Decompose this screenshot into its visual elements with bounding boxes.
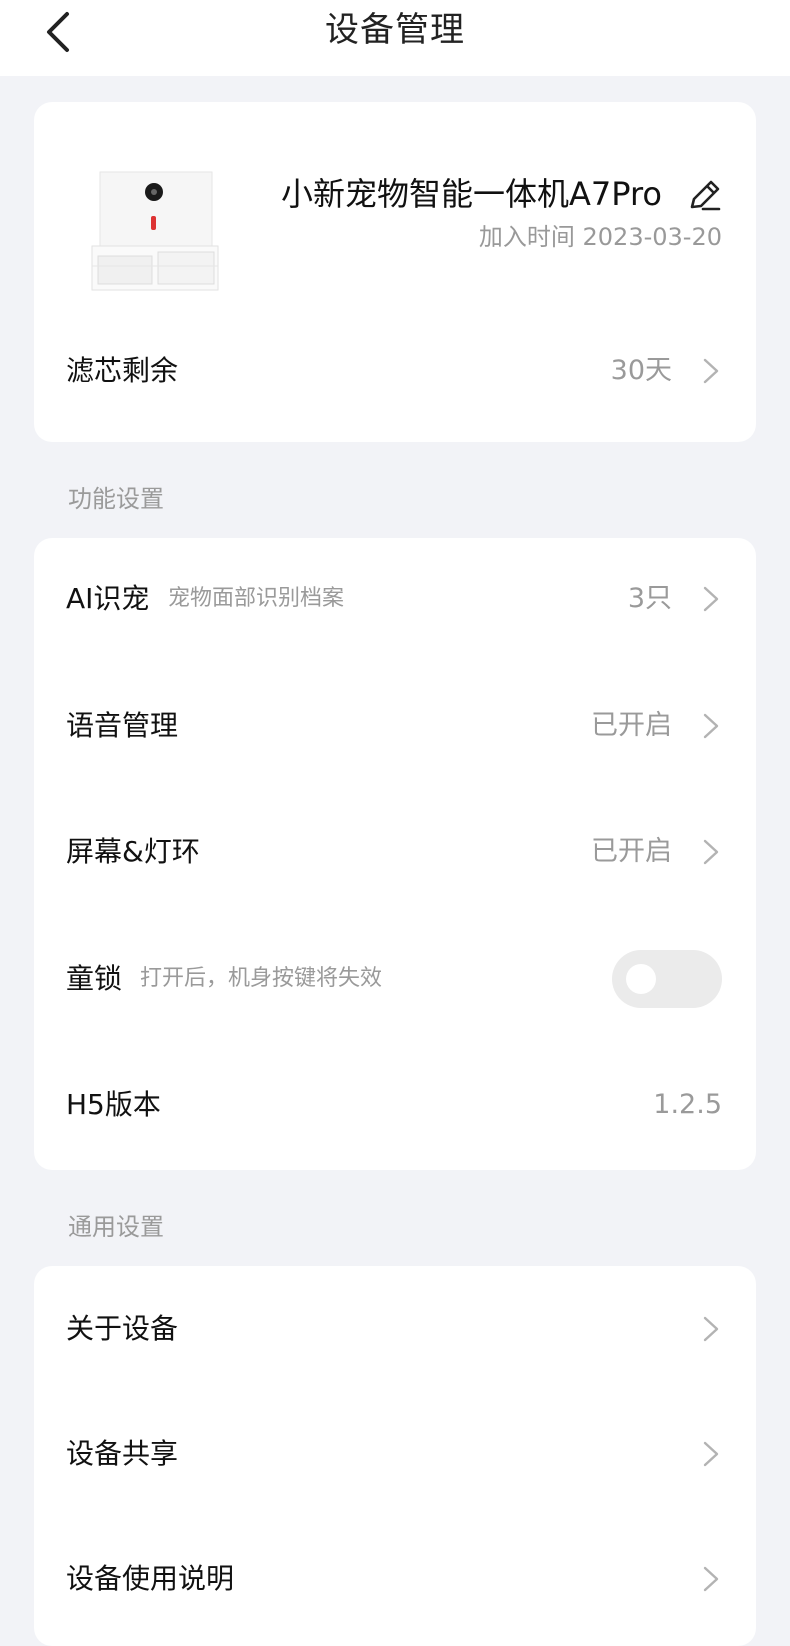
screen-light-value: 已开启 [591,836,672,867]
voice-management-value: 已开启 [591,710,672,741]
about-device-label: 关于设备 [66,1312,179,1345]
voice-management-row[interactable]: 语音管理 已开启 [34,681,756,771]
h5-version-label: H5版本 [66,1088,161,1121]
device-name: 小新宠物智能一体机A7Pro [280,175,662,213]
function-settings-card: AI识宠 宠物面部识别档案 3只 语音管理 已开启 屏幕&灯环 已开启 童锁 打… [34,538,756,1170]
ai-pet-label: AI识宠 [66,582,150,615]
filter-remaining-value: 30天 [610,355,672,386]
chevron-right-icon [703,713,719,739]
chevron-right-icon [703,358,719,384]
top-bar: 设备管理 [0,0,790,76]
screen-light-label: 屏幕&灯环 [66,835,200,868]
about-device-row[interactable]: 关于设备 [34,1284,756,1374]
ai-pet-value: 3只 [627,583,672,614]
ai-pet-subtitle: 宠物面部识别档案 [168,586,345,611]
device-share-row[interactable]: 设备共享 [34,1409,756,1499]
child-lock-subtitle: 打开后，机身按键将失效 [140,966,383,991]
chevron-right-icon [703,586,719,612]
child-lock-label: 童锁 [66,962,123,995]
page-title: 设备管理 [325,10,465,50]
child-lock-row: 童锁 打开后，机身按键将失效 [34,934,756,1024]
screen-light-row[interactable]: 屏幕&灯环 已开启 [34,807,756,897]
section-title-function: 功能设置 [68,485,164,513]
device-image[interactable] [88,166,222,296]
child-lock-toggle[interactable] [612,950,722,1008]
device-share-label: 设备共享 [66,1437,179,1470]
h5-version-value: 1.2.5 [653,1089,722,1120]
chevron-right-icon [703,1441,719,1467]
chevron-right-icon [703,839,719,865]
pencil-icon [690,180,721,211]
chevron-right-icon [703,1316,719,1342]
edit-name-button[interactable] [686,176,724,214]
general-settings-card: 关于设备 设备共享 设备使用说明 [34,1266,756,1646]
device-manual-row[interactable]: 设备使用说明 [34,1534,756,1624]
filter-remaining-row[interactable]: 滤芯剩余 30天 [34,326,756,416]
chevron-right-icon [703,1566,719,1592]
join-time: 加入时间 2023-03-20 [478,223,722,251]
section-title-general: 通用设置 [68,1213,164,1241]
device-manual-label: 设备使用说明 [66,1562,235,1595]
toggle-knob [626,964,656,994]
filter-remaining-label: 滤芯剩余 [66,354,179,387]
ai-pet-row[interactable]: AI识宠 宠物面部识别档案 3只 [34,554,756,644]
h5-version-row: H5版本 1.2.5 [34,1060,756,1150]
device-card: 小新宠物智能一体机A7Pro 加入时间 2023-03-20 滤芯剩余 30天 [34,102,756,442]
voice-management-label: 语音管理 [66,709,179,742]
